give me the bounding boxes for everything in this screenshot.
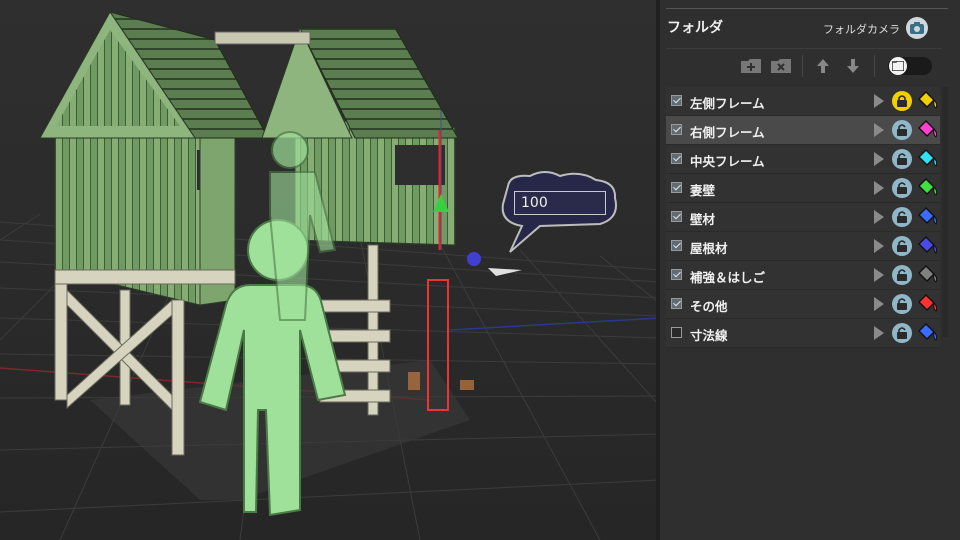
folder-name: 右側フレーム (690, 125, 765, 140)
folder-toggle-icon (892, 61, 904, 71)
unlock-icon (897, 182, 907, 194)
paint-bucket-icon[interactable] (916, 120, 938, 140)
play-icon[interactable] (874, 239, 884, 253)
unlock-icon (897, 269, 907, 281)
camera-icon (910, 22, 924, 34)
visibility-checkbox[interactable] (671, 269, 682, 280)
paint-bucket-icon[interactable] (916, 294, 938, 314)
unlock-icon (897, 240, 907, 252)
folder-panel: フォルダ フォルダカメラ 左側フレーム 右側フレーム 中央フレーム 妻壁 壁材 … (660, 0, 960, 540)
folder-add-icon (741, 59, 761, 73)
unlock-button[interactable] (892, 323, 912, 343)
unlock-button[interactable] (892, 149, 912, 169)
paint-bucket-icon[interactable] (916, 323, 938, 343)
toggle-knob (889, 57, 907, 75)
folder-delete-icon (771, 59, 791, 73)
unlock-button[interactable] (892, 294, 912, 314)
visibility-checkbox[interactable] (671, 298, 682, 309)
folder-camera-label: フォルダカメラ (823, 23, 900, 36)
paint-bucket-icon[interactable] (916, 149, 938, 169)
play-icon[interactable] (874, 94, 884, 108)
move-down-button[interactable] (842, 57, 864, 75)
unlock-button[interactable] (892, 120, 912, 140)
unlock-button[interactable] (892, 265, 912, 285)
unlock-icon (897, 327, 907, 339)
folder-name: 屋根材 (690, 241, 728, 256)
folder-row[interactable]: 右側フレーム (666, 116, 940, 145)
lock-icon (897, 95, 907, 107)
visibility-checkbox[interactable] (671, 240, 682, 251)
unlock-button[interactable] (892, 236, 912, 256)
panel-title: フォルダ (667, 20, 723, 36)
unlock-button[interactable] (892, 207, 912, 227)
move-up-button[interactable] (812, 57, 834, 75)
arrow-up-icon (817, 59, 829, 73)
folder-name: 補強＆はしご (690, 270, 766, 285)
folder-row[interactable]: 屋根材 (666, 232, 940, 261)
length-input[interactable] (514, 191, 606, 215)
arrow-down-icon (847, 59, 859, 73)
unlock-icon (897, 298, 907, 310)
3d-viewport[interactable] (0, 0, 660, 540)
paint-bucket-icon[interactable] (916, 236, 938, 256)
play-icon[interactable] (874, 123, 884, 137)
unlock-button[interactable] (892, 178, 912, 198)
folder-name: その他 (690, 299, 728, 314)
unlock-icon (897, 124, 907, 136)
play-icon[interactable] (874, 152, 884, 166)
folder-toggle[interactable] (888, 57, 932, 75)
folder-name: 壁材 (690, 212, 716, 227)
folder-list: 左側フレーム 右側フレーム 中央フレーム 妻壁 壁材 屋根材 補強＆はしご その… (666, 87, 940, 348)
folder-name: 中央フレーム (690, 154, 765, 169)
folder-row[interactable]: 中央フレーム (666, 145, 940, 174)
visibility-checkbox[interactable] (671, 153, 682, 164)
play-icon[interactable] (874, 210, 884, 224)
folder-row[interactable]: その他 (666, 290, 940, 319)
paint-bucket-icon[interactable] (916, 207, 938, 227)
paint-bucket-icon[interactable] (916, 91, 938, 111)
folder-row[interactable]: 壁材 (666, 203, 940, 232)
panel-separator (666, 8, 948, 9)
folder-row[interactable]: 寸法線 (666, 319, 940, 348)
unlock-icon (897, 211, 907, 223)
visibility-checkbox[interactable] (671, 95, 682, 106)
folder-row[interactable]: 左側フレーム (666, 87, 940, 116)
folder-name: 妻壁 (690, 183, 716, 198)
folder-toolbar (666, 48, 942, 83)
visibility-checkbox[interactable] (671, 211, 682, 222)
paint-bucket-icon[interactable] (916, 178, 938, 198)
scene-canvas[interactable] (0, 0, 660, 540)
play-icon[interactable] (874, 181, 884, 195)
folder-row[interactable]: 補強＆はしご (666, 261, 940, 290)
camera-button[interactable] (906, 17, 928, 39)
folder-name: 左側フレーム (690, 96, 765, 111)
visibility-checkbox[interactable] (671, 182, 682, 193)
lock-button[interactable] (892, 91, 912, 111)
play-icon[interactable] (874, 297, 884, 311)
paint-bucket-icon[interactable] (916, 265, 938, 285)
toolbar-separator (874, 55, 875, 77)
folder-row[interactable]: 妻壁 (666, 174, 940, 203)
new-folder-button[interactable] (740, 57, 762, 75)
play-icon[interactable] (874, 268, 884, 282)
toolbar-separator (802, 55, 803, 77)
folder-list-scrollbar[interactable] (942, 87, 948, 337)
delete-folder-button[interactable] (770, 57, 792, 75)
play-icon[interactable] (874, 326, 884, 340)
folder-name: 寸法線 (690, 328, 728, 343)
unlock-icon (897, 153, 907, 165)
visibility-checkbox[interactable] (671, 124, 682, 135)
visibility-checkbox[interactable] (671, 327, 682, 338)
